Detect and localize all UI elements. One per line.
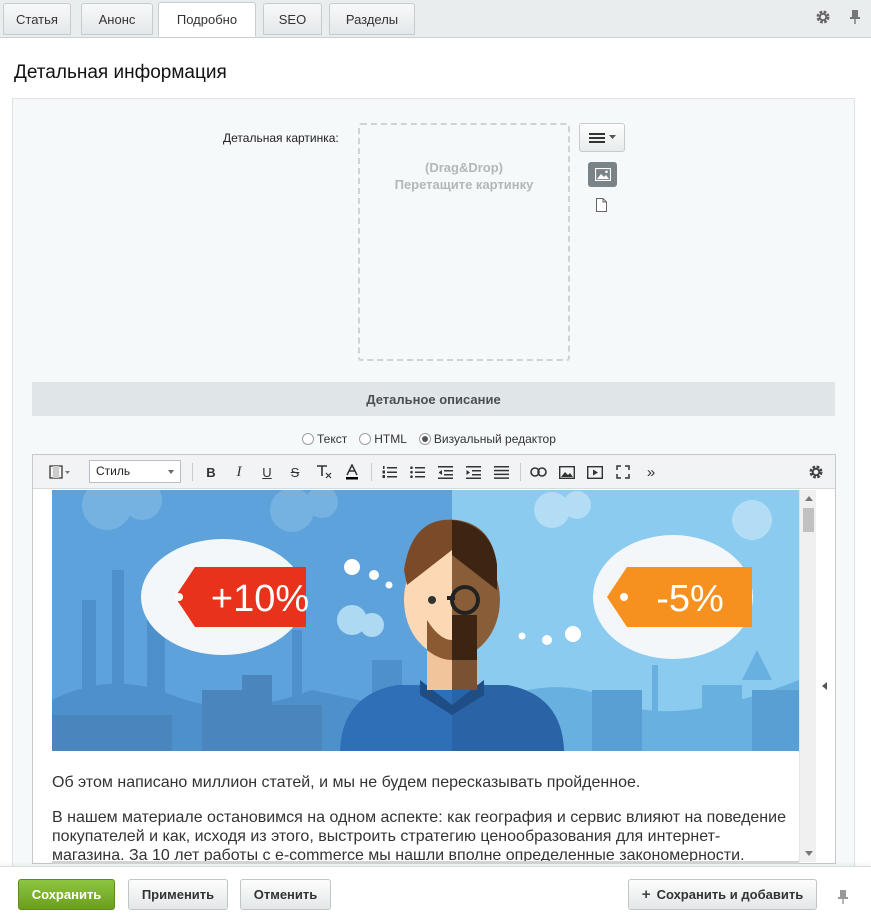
insert-video-button[interactable] xyxy=(584,461,606,483)
editor-horizontal-scrollbar[interactable] xyxy=(52,861,799,864)
insert-image-button[interactable] xyxy=(556,461,578,483)
badge-left-text: +10% xyxy=(210,578,310,620)
film-icon xyxy=(49,465,70,479)
style-select-value: Стиль xyxy=(96,464,131,478)
pin-icon[interactable] xyxy=(847,9,863,25)
badge-right-text: -5% xyxy=(656,578,724,620)
fullscreen-button[interactable] xyxy=(612,461,634,483)
mode-visual[interactable]: Визуальный редактор xyxy=(418,432,556,446)
tab-announce[interactable]: Анонс xyxy=(81,3,153,35)
clear-format-icon xyxy=(317,465,332,479)
picture-dropzone[interactable]: (Drag&Drop) Перетащите картинку xyxy=(358,123,570,361)
drop-hint-text: Перетащите картинку xyxy=(394,177,534,192)
link-icon xyxy=(529,467,547,477)
underline-button[interactable]: U xyxy=(257,461,277,483)
link-button[interactable] xyxy=(527,461,549,483)
hero-illustration xyxy=(52,490,799,751)
align-button[interactable] xyxy=(491,461,511,483)
strikethrough-button[interactable]: S xyxy=(285,461,305,483)
tab-sections[interactable]: Разделы xyxy=(329,3,415,35)
font-color-button[interactable] xyxy=(342,461,362,483)
fullscreen-icon xyxy=(616,465,630,479)
bullet-list-button[interactable] xyxy=(407,461,427,483)
picture-menu-button[interactable] xyxy=(579,123,625,152)
tab-tools xyxy=(815,9,863,25)
style-select[interactable]: Стиль xyxy=(89,460,181,483)
more-button[interactable]: » xyxy=(640,461,662,483)
toolbar-separator xyxy=(520,463,521,481)
mode-html-radio[interactable] xyxy=(359,433,372,445)
scroll-up-arrow[interactable] xyxy=(805,496,813,501)
ordered-list-button[interactable] xyxy=(379,461,399,483)
editor-vertical-scrollbar[interactable] xyxy=(799,490,816,862)
clear-format-button[interactable] xyxy=(313,461,335,483)
collapse-sidebar-arrow[interactable] xyxy=(822,682,827,690)
tab-bar: Статья Анонс Подробно SEO Разделы xyxy=(0,0,871,38)
indent-icon xyxy=(465,465,481,479)
editor-mode-switch: Текст HTML Визуальный редактор xyxy=(302,432,556,446)
cancel-button[interactable]: Отменить xyxy=(240,879,331,910)
mode-text[interactable]: Текст xyxy=(302,432,347,446)
editor-toolbar: Стиль B I U S » xyxy=(33,455,835,489)
image-icon xyxy=(559,465,575,479)
save-and-add-label: Сохранить и добавить xyxy=(656,887,804,902)
menu-icon xyxy=(588,132,605,143)
paragraph-main: В нашем материале остановимся на одном а… xyxy=(52,809,786,863)
toolbar-separator xyxy=(371,463,372,481)
drop-hint-dragdrop: (Drag&Drop) xyxy=(425,160,503,175)
outdent-button[interactable] xyxy=(435,461,455,483)
image-icon xyxy=(594,168,611,181)
page-title: Детальная информация xyxy=(14,62,227,83)
chevron-down-icon xyxy=(608,135,616,139)
gear-icon[interactable] xyxy=(815,9,831,25)
mode-text-label: Текст xyxy=(317,432,348,446)
tab-details[interactable]: Подробно xyxy=(158,2,256,37)
mode-visual-label: Визуальный редактор xyxy=(433,432,556,446)
detail-picture-label: Детальная картинка: xyxy=(223,131,339,145)
mode-visual-radio[interactable] xyxy=(418,433,431,445)
apply-button[interactable]: Применить xyxy=(128,879,228,910)
visual-editor: Стиль B I U S » +10% -5% Об этом написан… xyxy=(32,454,836,864)
align-icon xyxy=(493,465,509,479)
mode-html-label: HTML xyxy=(374,432,407,446)
templates-button[interactable] xyxy=(45,461,75,483)
mode-text-radio[interactable] xyxy=(302,433,314,445)
form-footer: Сохранить Применить Отменить + Сохранить… xyxy=(0,866,871,917)
bullet-list-icon xyxy=(409,465,425,478)
mode-html[interactable]: HTML xyxy=(359,432,407,446)
bold-button[interactable]: B xyxy=(201,461,221,483)
editor-settings-button[interactable] xyxy=(805,461,827,483)
font-color-icon xyxy=(346,464,358,480)
chevron-down-icon xyxy=(168,470,174,474)
paragraph-intro: Об этом написано миллион статей, и мы не… xyxy=(52,774,641,791)
image-library-button[interactable] xyxy=(588,162,617,187)
gear-icon xyxy=(809,465,823,479)
editor-content[interactable]: +10% -5% Об этом написано миллион статей… xyxy=(33,490,799,863)
tab-article[interactable]: Статья xyxy=(3,3,71,35)
save-and-add-button[interactable]: + Сохранить и добавить xyxy=(628,879,817,910)
scroll-down-arrow[interactable] xyxy=(805,851,813,856)
detail-description-header: Детальное описание xyxy=(32,382,835,416)
save-button[interactable]: Сохранить xyxy=(18,879,115,910)
indent-button[interactable] xyxy=(463,461,483,483)
scroll-thumb[interactable] xyxy=(803,508,814,532)
file-icon[interactable] xyxy=(596,198,607,212)
italic-button[interactable]: I xyxy=(229,461,249,483)
tab-seo[interactable]: SEO xyxy=(263,3,322,35)
outdent-icon xyxy=(437,465,453,479)
plus-icon: + xyxy=(641,886,651,903)
ordered-list-icon xyxy=(382,465,397,478)
video-icon xyxy=(587,465,603,479)
pin-icon[interactable] xyxy=(837,889,849,908)
toolbar-separator xyxy=(192,463,193,481)
